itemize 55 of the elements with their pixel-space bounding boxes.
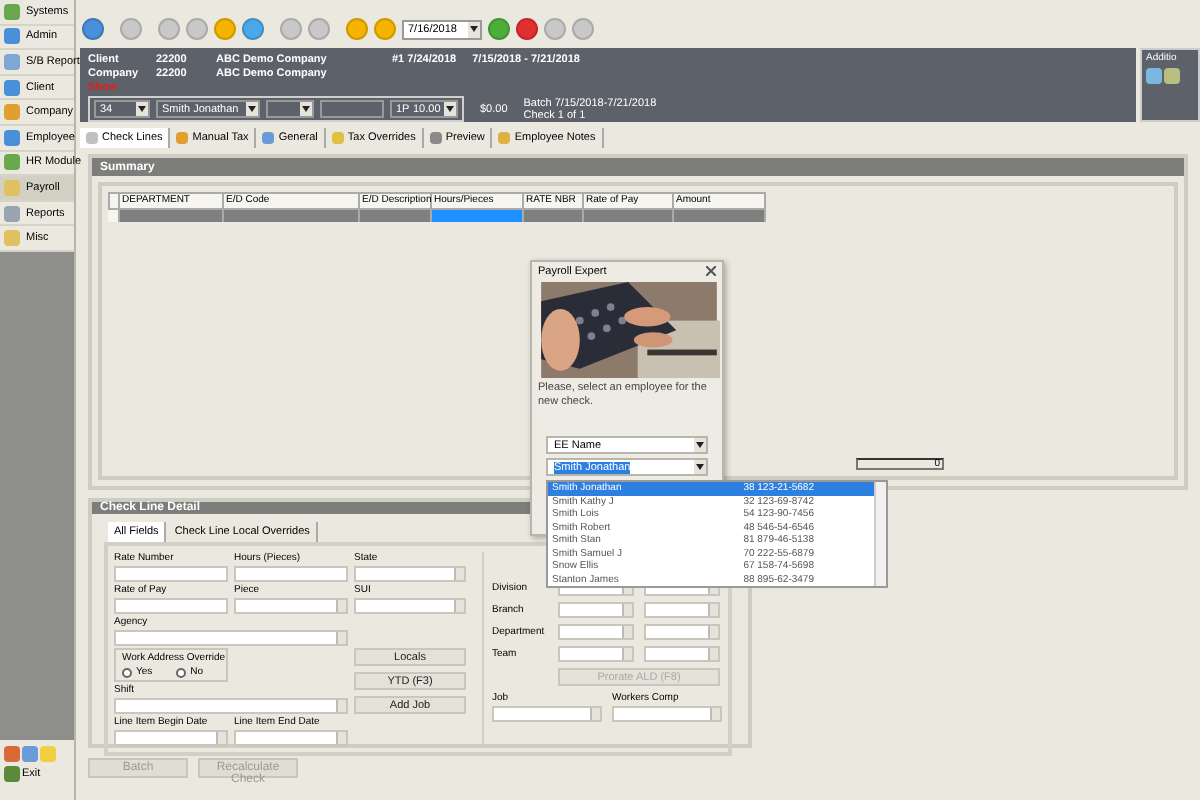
caret-icon: [136, 102, 148, 116]
input-field[interactable]: [234, 566, 348, 582]
dropdown-field[interactable]: [612, 706, 722, 722]
table-cell[interactable]: [674, 210, 766, 222]
dropdown-field[interactable]: [558, 646, 634, 662]
dropdown-field[interactable]: [114, 698, 348, 714]
dropdown-field[interactable]: [558, 624, 634, 640]
table-cell[interactable]: [224, 210, 360, 222]
text-field[interactable]: [320, 100, 384, 118]
toolbar-icon[interactable]: [120, 18, 142, 40]
dropdown-field[interactable]: [644, 646, 720, 662]
row-indicator: [108, 210, 120, 222]
table-cell[interactable]: [120, 210, 224, 222]
date-field[interactable]: [114, 730, 228, 746]
app-icon[interactable]: [22, 746, 38, 762]
dropdown-field[interactable]: [266, 100, 314, 118]
tab-icon: [331, 131, 344, 143]
table-cell[interactable]: [360, 210, 432, 222]
dropdown-field[interactable]: [492, 706, 602, 722]
dropdown-field[interactable]: [234, 598, 348, 614]
toolbar-icon[interactable]: [242, 18, 264, 40]
dropdown-field[interactable]: [354, 598, 466, 614]
caret-icon: [300, 102, 312, 116]
grid-corner: [108, 192, 120, 210]
tab-icon: [176, 131, 189, 143]
table-cell[interactable]: [584, 210, 674, 222]
toolbar-icon[interactable]: [82, 18, 104, 40]
caret-icon: [694, 460, 706, 474]
dropdown-field[interactable]: [644, 624, 720, 640]
dropdown-field[interactable]: [644, 602, 720, 618]
dropdown-field[interactable]: [114, 630, 348, 646]
toolbar-icon[interactable]: [346, 18, 368, 40]
toolbar-icon[interactable]: [186, 18, 208, 40]
date-field[interactable]: [234, 730, 348, 746]
toolbar-icon[interactable]: [308, 18, 330, 40]
caret-icon: [246, 102, 258, 116]
input-field[interactable]: [114, 566, 228, 582]
caret-icon: [694, 438, 706, 453]
caret-icon: [444, 102, 456, 116]
scrollbar[interactable]: [874, 482, 886, 586]
toolbar-icon[interactable]: [158, 18, 180, 40]
tab-icon: [262, 131, 275, 143]
toolbar-icon[interactable]: [280, 18, 302, 40]
tab-icon: [498, 131, 511, 143]
caret-icon: [468, 21, 480, 37]
tab-icon: [86, 131, 98, 143]
toolbar-icon[interactable]: [374, 18, 396, 40]
table-cell[interactable]: [432, 210, 524, 222]
input-field[interactable]: [114, 598, 228, 614]
tab-icon: [429, 131, 442, 143]
toolbar-icon[interactable]: [572, 18, 594, 40]
dropdown-field[interactable]: [354, 566, 466, 582]
toolbar-icon[interactable]: [214, 18, 236, 40]
table-cell[interactable]: [524, 210, 584, 222]
dropdown-field[interactable]: [558, 602, 634, 618]
